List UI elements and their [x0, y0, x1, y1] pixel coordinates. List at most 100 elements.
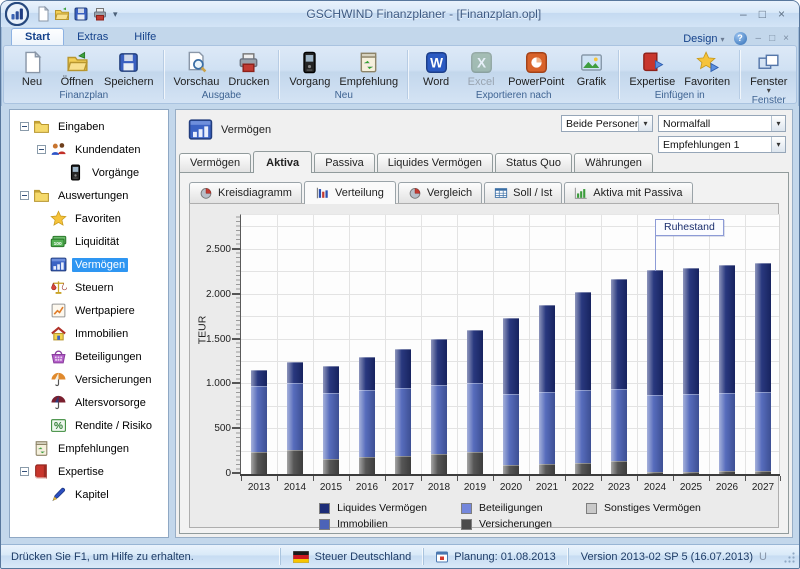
vorgang-button[interactable]: Vorgang [285, 49, 334, 89]
save-icon[interactable] [73, 6, 89, 22]
sidebar-item-expertise[interactable]: Expertise [10, 460, 168, 483]
resize-grip[interactable] [783, 551, 796, 564]
sidebar-item-liquidität[interactable]: 100Liquidität [10, 230, 168, 253]
selector-dropdown-1[interactable]: Beide Personen▾ [561, 115, 653, 132]
y-tick-mark [232, 293, 241, 295]
ribbon-groups: NeuÖffnenSpeichernFinanzplanVorschauDruc… [4, 46, 797, 103]
help-icon[interactable]: ? [734, 32, 747, 45]
x-tick-label: 2015 [313, 482, 349, 493]
sidebar-item-vermögen[interactable]: Vermögen [10, 253, 168, 276]
button-label: PowerPoint [508, 76, 564, 88]
sidebar-item-kapitel[interactable]: Kapitel [10, 483, 168, 506]
view-tab-vergleich[interactable]: Vergleich [398, 182, 482, 203]
sidebar-item-label: Kundendaten [72, 143, 143, 157]
stacked-bar-2013 [251, 370, 267, 474]
open-folder-icon[interactable] [54, 6, 70, 22]
x-tick-label: 2021 [529, 482, 565, 493]
tab-liquides-vermögen[interactable]: Liquides Vermögen [377, 153, 493, 172]
dropdown-arrow-icon[interactable]: ▾ [771, 116, 785, 131]
sidebar-item-favoriten[interactable]: Favoriten [10, 207, 168, 230]
grafik-button[interactable]: Grafik [569, 49, 613, 89]
sidebar-item-kundendaten[interactable]: Kundendaten [10, 138, 168, 161]
annotation-line [655, 235, 656, 271]
tab-status-quo[interactable]: Status Quo [495, 153, 572, 172]
device-icon [298, 51, 321, 74]
tree-expander-icon[interactable] [20, 191, 29, 200]
vorschau-button[interactable]: Vorschau [170, 49, 224, 89]
sidebar-item-versicherungen[interactable]: Versicherungen [10, 368, 168, 391]
view-tab-kreisdiagramm[interactable]: Kreisdiagramm [189, 182, 302, 203]
sidebar-item-steuern[interactable]: Steuern [10, 276, 168, 299]
sidebar-item-beteiligungen[interactable]: Beteiligungen [10, 345, 168, 368]
sidebar-item-label: Liquidität [72, 235, 122, 249]
tree-expander-icon[interactable] [20, 467, 29, 476]
restore-button[interactable]: □ [759, 8, 766, 20]
fenster-button[interactable]: Fenster▾ [746, 49, 791, 94]
dropdown-arrow-icon[interactable]: ▾ [638, 116, 652, 131]
design-menu[interactable]: Design ▾ [683, 33, 724, 45]
x-tick-mark [673, 476, 674, 481]
bar-segment-immobilien [503, 394, 519, 465]
view-tab-verteilung[interactable]: Verteilung [304, 181, 396, 204]
x-tick-label: 2014 [277, 482, 313, 493]
minimize-button[interactable]: – [740, 8, 747, 20]
sidebar-item-vorgänge[interactable]: Vorgänge [10, 161, 168, 184]
bar-segment-immobilien [539, 392, 555, 464]
tab-vermögen[interactable]: Vermögen [179, 153, 251, 172]
app-logo-icon[interactable] [5, 2, 29, 26]
view-tab-aktiva-mit-passiva[interactable]: Aktiva mit Passiva [564, 182, 692, 203]
sidebar-item-rendite-risiko[interactable]: %Rendite / Risiko [10, 414, 168, 437]
expertise-button[interactable]: Expertise [625, 49, 679, 89]
tab-passiva[interactable]: Passiva [314, 153, 375, 172]
sidebar-item-label: Eingaben [55, 120, 108, 134]
stacked-bar-2016 [359, 357, 375, 474]
sidebar-item-altersvorsorge[interactable]: Altersvorsorge [10, 391, 168, 414]
button-label: Öffnen [61, 76, 94, 88]
bar-segment-liquides-vermögen [323, 366, 339, 393]
x-tick-mark [457, 476, 458, 481]
ribbon-tab-start[interactable]: Start [11, 28, 64, 45]
view-tab-soll-ist[interactable]: Soll / Ist [484, 182, 562, 203]
y-tick-label: 2.500 [206, 244, 231, 255]
sidebar-item-empfehlungen[interactable]: Empfehlungen [10, 437, 168, 460]
close-button[interactable]: × [778, 8, 785, 20]
tree-expander-icon[interactable] [37, 145, 46, 154]
mdi-minimize-button[interactable]: – [756, 33, 762, 44]
ribbon-group-label: Neu [280, 89, 407, 103]
favoriten-button[interactable]: Favoriten [680, 49, 734, 89]
print-icon[interactable] [92, 6, 108, 22]
stacked-bar-2014 [287, 362, 303, 474]
book-icon [33, 463, 50, 480]
powerpoint-button[interactable]: PowerPoint [504, 49, 568, 89]
mdi-restore-button[interactable]: □ [769, 33, 775, 44]
bar-segment-liquides-vermögen [359, 357, 375, 390]
mdi-close-button[interactable]: × [783, 33, 789, 44]
tab-währungen[interactable]: Währungen [574, 153, 653, 172]
new-document-icon[interactable] [35, 6, 51, 22]
empfehlung-button[interactable]: Empfehlung [335, 49, 402, 89]
sidebar-item-auswertungen[interactable]: Auswertungen [10, 184, 168, 207]
ribbon-tab-hilfe[interactable]: Hilfe [121, 29, 169, 45]
bar-slot-2016 [349, 357, 385, 474]
ribbon-tab-extras[interactable]: Extras [64, 29, 121, 45]
ribbon-group-label: Exportieren nach [409, 89, 618, 103]
status-tax: Steuer Deutschland [280, 548, 424, 564]
tree-expander-icon[interactable] [20, 122, 29, 131]
sidebar-item-label: Kapitel [72, 488, 112, 502]
bar-segment-liquides-vermögen [647, 270, 663, 396]
öffnen-button[interactable]: Öffnen [55, 49, 99, 89]
button-label: Vorgang [289, 76, 330, 88]
word-button[interactable]: WWord [414, 49, 458, 89]
sidebar-item-immobilien[interactable]: Immobilien [10, 322, 168, 345]
sidebar-item-eingaben[interactable]: Eingaben [10, 115, 168, 138]
drucken-button[interactable]: Drucken [224, 49, 273, 89]
tab-aktiva[interactable]: Aktiva [253, 151, 312, 173]
x-tick-label: 2027 [745, 482, 781, 493]
workspace: Eingaben Kundendaten VorgängeAuswertungenF… [1, 106, 799, 544]
sidebar-item-wertpapiere[interactable]: Wertpapiere [10, 299, 168, 322]
bar-segment-immobilien [287, 383, 303, 450]
button-label: Favoriten [684, 76, 730, 88]
selector-dropdown-2[interactable]: Normalfall▾ [658, 115, 786, 132]
speichern-button[interactable]: Speichern [100, 49, 158, 89]
neu-button[interactable]: Neu [10, 49, 54, 89]
